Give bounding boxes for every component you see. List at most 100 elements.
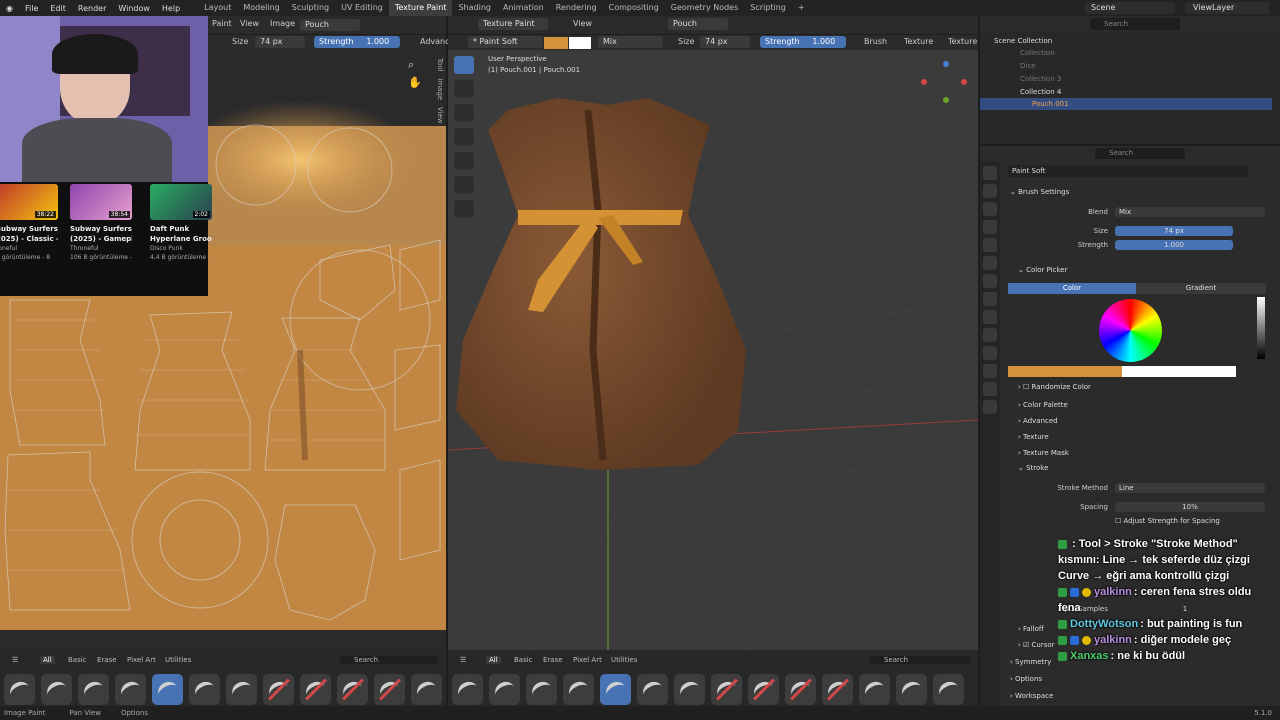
color-wheel[interactable] xyxy=(1099,299,1162,362)
clone-tool-icon[interactable] xyxy=(454,128,474,146)
texture-mask-header[interactable]: › Texture Mask xyxy=(1018,449,1069,457)
blender-logo-icon[interactable]: ◉ xyxy=(0,4,19,13)
tab-modeling[interactable]: Modeling xyxy=(237,0,285,16)
scene-selector[interactable]: Scene xyxy=(1085,2,1175,14)
brush-thumb[interactable] xyxy=(411,674,442,705)
falloff-header[interactable]: › Falloff xyxy=(1018,625,1044,633)
eraser-brush-thumb[interactable] xyxy=(785,674,816,705)
strength-slider[interactable]: 1.000 xyxy=(1115,240,1233,250)
outliner-item-selected[interactable]: Pouch.001 xyxy=(980,98,1272,110)
constraints-tab-icon[interactable] xyxy=(983,346,997,360)
strength-field[interactable]: Strength 1.000 xyxy=(760,36,846,48)
texture-selector[interactable]: Texture xyxy=(948,37,977,46)
outliner-item[interactable]: Collection 4 xyxy=(980,86,1272,98)
tool-tab-icon[interactable] xyxy=(983,166,997,180)
mask-tool-icon[interactable] xyxy=(454,176,474,194)
render-tab-icon[interactable] xyxy=(983,184,997,198)
color-palette-header[interactable]: › Color Palette xyxy=(1018,401,1068,409)
view-layer-tab-icon[interactable] xyxy=(983,220,997,234)
pan-hand-icon[interactable]: ✋ xyxy=(408,76,422,89)
outliner-item[interactable]: Collection xyxy=(980,47,1272,59)
filter-pixel-art[interactable]: Pixel Art xyxy=(127,656,156,664)
object-tab-icon[interactable] xyxy=(983,274,997,288)
blend-dropdown[interactable]: Mix xyxy=(1115,207,1265,217)
size-slider[interactable]: 74 px xyxy=(1115,226,1233,236)
brush-thumb[interactable] xyxy=(189,674,220,705)
video-card[interactable]: 2:02 Daft Punk Hyperlane Groov Disco Pun… xyxy=(150,184,212,262)
video-card[interactable]: 38:54 Subway Surfers (2025) - Gameplay..… xyxy=(70,184,132,262)
brush-selector[interactable]: * Paint Soft xyxy=(468,36,543,48)
scene-collection[interactable]: Scene Collection xyxy=(980,35,1272,47)
cursor-header[interactable]: › ☑ Cursor xyxy=(1018,641,1055,649)
world-tab-icon[interactable] xyxy=(983,256,997,270)
gradient-tab[interactable]: Gradient xyxy=(1136,283,1266,294)
menu-edit[interactable]: Edit xyxy=(44,4,72,13)
filter-all[interactable]: All xyxy=(486,656,501,664)
primary-color-swatch[interactable] xyxy=(544,37,568,49)
brush-thumb[interactable] xyxy=(41,674,72,705)
color-picker-header[interactable]: ⌄ Color Picker xyxy=(1018,266,1067,274)
outliner-item[interactable]: Dice xyxy=(980,60,1272,72)
side-tab-tool[interactable]: Tool xyxy=(436,58,444,72)
tab-shading[interactable]: Shading xyxy=(452,0,497,16)
filter-utilities[interactable]: Utilities xyxy=(611,656,637,664)
modifier-tab-icon[interactable] xyxy=(983,292,997,306)
brush-settings-header[interactable]: ⌄ Brush Settings xyxy=(1010,188,1069,196)
color-tab[interactable]: Color xyxy=(1008,283,1136,294)
eraser-brush-thumb[interactable] xyxy=(263,674,294,705)
tab-scripting[interactable]: Scripting xyxy=(744,0,792,16)
outliner-item[interactable]: Collection 3 xyxy=(980,73,1272,85)
secondary-color-swatch[interactable] xyxy=(569,37,591,49)
tab-animation[interactable]: Animation xyxy=(497,0,550,16)
symmetry-header[interactable]: › Symmetry xyxy=(1010,658,1051,666)
tab-rendering[interactable]: Rendering xyxy=(550,0,603,16)
brush-thumb[interactable] xyxy=(637,674,668,705)
adjust-strength-checkbox[interactable]: ☐ Adjust Strength for Spacing xyxy=(1115,517,1220,525)
filter-erase[interactable]: Erase xyxy=(97,656,117,664)
primary-color-bar[interactable] xyxy=(1008,366,1122,377)
asset-search[interactable]: Search xyxy=(340,656,438,664)
image-editor-mode[interactable]: Paint xyxy=(212,19,232,28)
brush-thumb[interactable] xyxy=(226,674,257,705)
add-workspace-icon[interactable]: + xyxy=(792,0,811,16)
brush-thumb[interactable] xyxy=(489,674,520,705)
menu-icon[interactable]: ☰ xyxy=(12,656,18,664)
eraser-brush-thumb[interactable] xyxy=(337,674,368,705)
brush-thumb[interactable] xyxy=(78,674,109,705)
brush-menu[interactable]: Brush xyxy=(864,37,887,46)
physics-tab-icon[interactable] xyxy=(983,328,997,342)
stroke-header[interactable]: ⌄ Stroke xyxy=(1018,464,1048,472)
eraser-brush-thumb[interactable] xyxy=(822,674,853,705)
mode-selector[interactable]: Texture Paint xyxy=(478,18,548,30)
menu-window[interactable]: Window xyxy=(112,4,156,13)
stroke-method-dropdown[interactable]: Line xyxy=(1115,483,1265,493)
brush-thumb[interactable] xyxy=(452,674,483,705)
tab-geometry-nodes[interactable]: Geometry Nodes xyxy=(665,0,744,16)
size-field[interactable]: 74 px xyxy=(700,36,750,48)
viewport-view-menu[interactable]: View xyxy=(573,19,592,28)
filter-basic[interactable]: Basic xyxy=(68,656,87,664)
menu-render[interactable]: Render xyxy=(72,4,112,13)
draw-tool-icon[interactable] xyxy=(454,56,474,74)
outliner-search[interactable]: Search xyxy=(1090,18,1180,30)
asset-search[interactable]: Search xyxy=(870,656,970,664)
brush-thumb[interactable] xyxy=(563,674,594,705)
smear-tool-icon[interactable] xyxy=(454,104,474,122)
tab-uv-editing[interactable]: UV Editing xyxy=(335,0,389,16)
tab-texture-paint[interactable]: Texture Paint xyxy=(388,0,453,16)
video-card[interactable]: 38:22 Subway Surfers 2025) - Classic - r… xyxy=(0,184,58,262)
image-editor-image-menu[interactable]: Image xyxy=(270,19,295,28)
filter-utilities[interactable]: Utilities xyxy=(165,656,191,664)
brush-thumb[interactable] xyxy=(674,674,705,705)
workspace-header[interactable]: › Workspace xyxy=(1010,692,1053,700)
size-field[interactable]: 74 px xyxy=(255,36,305,48)
image-selector[interactable]: Pouch xyxy=(300,19,360,31)
eraser-brush-thumb[interactable] xyxy=(374,674,405,705)
brush-thumb[interactable] xyxy=(896,674,927,705)
texture-header[interactable]: › Texture xyxy=(1018,433,1049,441)
blend-selector[interactable]: Mix xyxy=(598,36,663,48)
menu-file[interactable]: File xyxy=(19,4,44,13)
image-editor-view-menu[interactable]: View xyxy=(240,19,259,28)
brush-thumb-selected[interactable] xyxy=(152,674,183,705)
menu-help[interactable]: Help xyxy=(156,4,186,13)
